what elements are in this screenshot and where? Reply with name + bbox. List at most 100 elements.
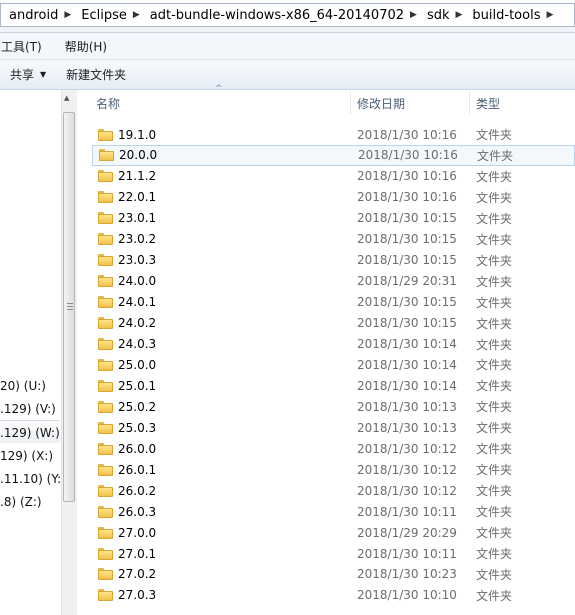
file-row[interactable]: 24.0.2 2018/1/30 10:15 文件夹 [92,313,575,334]
file-row[interactable]: 26.0.2 2018/1/30 10:12 文件夹 [92,480,575,501]
file-name: 23.0.1 [118,211,157,226]
breadcrumb-sdk[interactable]: sdk [419,8,454,23]
folder-icon [98,526,113,539]
breadcrumb-chevron-icon[interactable]: ▶ [131,10,142,20]
navigation-pane[interactable]: 20) (U:) .129) (V:) .129) (W:) 129) (X:)… [0,90,77,615]
breadcrumb-adt-bundle[interactable]: adt-bundle-windows-x86_64-20140702 [142,8,408,23]
file-name: 23.0.3 [118,253,157,268]
file-row[interactable]: 24.0.3 2018/1/30 10:14 文件夹 [92,334,575,355]
column-header-name[interactable]: 名称 [96,90,120,116]
file-modified-date: 2018/1/30 10:16 [358,148,458,163]
file-name: 27.0.0 [118,525,157,540]
file-row[interactable]: 20.0.0 2018/1/30 10:16 文件夹 [92,144,575,166]
file-modified-date: 2018/1/30 10:14 [357,378,457,393]
nav-drive-u[interactable]: 20) (U:) [0,379,46,397]
file-type: 文件夹 [476,526,513,541]
file-row[interactable]: 23.0.2 2018/1/30 10:15 文件夹 [92,229,575,250]
address-bar[interactable]: android ▶ Eclipse ▶ adt-bundle-windows-x… [0,3,575,27]
nav-drive-w[interactable]: .129) (W:) [0,426,60,444]
folder-icon [98,421,113,434]
breadcrumb-chevron-icon[interactable]: ▶ [544,10,555,20]
menu-tools[interactable]: 工具(T) [0,38,50,55]
nav-drive-x[interactable]: 129) (X:) [0,449,53,467]
file-modified-date: 2018/1/30 10:16 [357,190,457,205]
file-modified-date: 2018/1/30 10:15 [357,232,457,247]
file-name: 25.0.2 [118,399,157,414]
file-row[interactable]: 25.0.2 2018/1/30 10:13 文件夹 [92,396,575,417]
file-row[interactable]: 21.1.2 2018/1/30 10:16 文件夹 [92,166,575,187]
menu-help[interactable]: 帮助(H) [57,38,115,55]
breadcrumb-chevron-icon[interactable]: ▶ [408,10,419,20]
folder-icon [98,296,113,309]
file-modified-date: 2018/1/30 10:15 [357,316,457,331]
file-row[interactable]: 22.0.1 2018/1/30 10:16 文件夹 [92,187,575,208]
file-modified-date: 2018/1/29 20:31 [357,274,457,289]
nav-drive-z[interactable]: .8) (Z:) [0,495,42,513]
folder-icon [98,191,113,204]
file-type: 文件夹 [476,190,513,205]
scroll-up-arrow-icon[interactable]: ▲ [64,94,69,102]
column-header-date[interactable]: 修改日期 [357,90,405,116]
file-name: 26.0.3 [118,504,157,519]
folder-icon [98,317,113,330]
folder-icon [98,358,113,371]
folder-icon [98,275,113,288]
file-row[interactable]: 27.0.3 2018/1/30 10:10 文件夹 [92,585,575,606]
file-name: 21.1.2 [118,169,157,184]
nav-drive-v[interactable]: .129) (V:) [0,402,56,420]
folder-icon [98,212,113,225]
breadcrumb-chevron-icon[interactable]: ▶ [62,10,73,20]
file-type: 文件夹 [476,274,513,289]
folder-icon [98,400,113,413]
file-row[interactable]: 19.1.0 2018/1/30 10:16 文件夹 [92,124,575,145]
breadcrumb-build-tools[interactable]: build-tools [464,8,544,23]
column-divider[interactable] [469,92,470,114]
breadcrumb-android[interactable]: android [1,8,62,23]
file-type: 文件夹 [476,316,513,331]
file-row[interactable]: 23.0.1 2018/1/30 10:15 文件夹 [92,208,575,229]
folder-icon [98,379,113,392]
file-name: 24.0.0 [118,274,157,289]
file-modified-date: 2018/1/30 10:16 [357,127,457,142]
file-type: 文件夹 [476,547,513,561]
grip-icon [67,303,73,311]
file-modified-date: 2018/1/30 10:10 [357,588,457,603]
nav-scrollbar[interactable]: ▲ [61,90,77,615]
breadcrumb-chevron-icon[interactable]: ▶ [454,10,465,20]
nav-drive-y[interactable]: .11.10) (Y:) [0,472,66,490]
new-folder-button[interactable]: 新建文件夹 [56,66,136,83]
file-row[interactable]: 26.0.0 2018/1/30 10:12 文件夹 [92,438,575,459]
folder-icon [98,589,113,602]
share-button[interactable]: 共享 ▼ [0,66,56,83]
column-divider[interactable] [350,92,351,114]
file-row[interactable]: 26.0.3 2018/1/30 10:11 文件夹 [92,501,575,522]
folder-icon [99,149,114,162]
column-header-type[interactable]: 类型 [476,90,500,116]
menu-bar: 工具(T) 帮助(H) [0,33,575,60]
file-name: 26.0.1 [118,462,157,477]
sort-ascending-icon: ^ [215,84,223,94]
file-type: 文件夹 [476,253,513,268]
file-name: 19.1.0 [118,127,157,142]
file-row[interactable]: 27.0.0 2018/1/29 20:29 文件夹 [92,522,575,543]
file-type: 文件夹 [476,211,513,226]
nav-scrollbar-thumb[interactable] [63,112,75,502]
file-row[interactable]: 25.0.0 2018/1/30 10:14 文件夹 [92,354,575,375]
file-row[interactable]: 25.0.3 2018/1/30 10:13 文件夹 [92,417,575,438]
file-row[interactable]: 23.0.3 2018/1/30 10:15 文件夹 [92,250,575,271]
file-type: 文件夹 [476,484,513,499]
file-row[interactable]: 25.0.1 2018/1/30 10:14 文件夹 [92,375,575,396]
file-modified-date: 2018/1/30 10:13 [357,420,457,435]
file-name: 27.0.1 [118,546,157,561]
file-modified-date: 2018/1/30 10:14 [357,337,457,351]
file-modified-date: 2018/1/30 10:11 [357,504,457,519]
file-row[interactable]: 27.0.2 2018/1/30 10:23 文件夹 [92,564,575,585]
file-row[interactable]: 24.0.0 2018/1/29 20:31 文件夹 [92,271,575,292]
share-label: 共享 [10,68,35,82]
breadcrumb-eclipse[interactable]: Eclipse [73,8,131,23]
file-row[interactable]: 24.0.1 2018/1/30 10:15 文件夹 [92,292,575,313]
file-row[interactable]: 26.0.1 2018/1/30 10:12 文件夹 [92,459,575,480]
file-type: 文件夹 [476,421,513,436]
file-type: 文件夹 [476,588,513,603]
file-row[interactable]: 27.0.1 2018/1/30 10:11 文件夹 [92,543,575,564]
